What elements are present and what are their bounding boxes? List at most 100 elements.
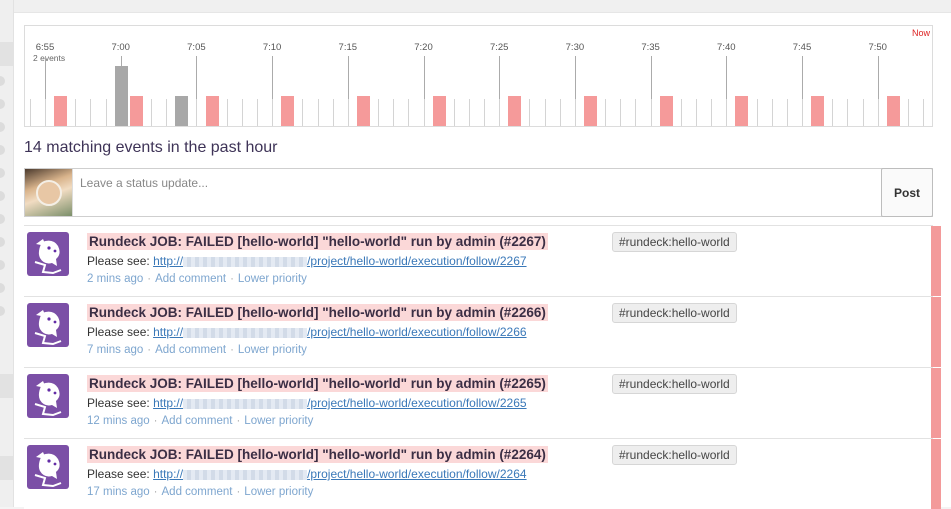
event-item: Rundeck JOB: FAILED [hello-world] "hello… (24, 367, 941, 438)
event-stream-panel: Now 2 events 6:55 7:00 7:05 7:10 7:15 7:20 7:2… (14, 13, 951, 509)
add-comment-link[interactable]: Add comment (155, 273, 226, 285)
event-title[interactable]: Rundeck JOB: FAILED [hello-world] "hello… (87, 233, 548, 250)
severity-stripe (931, 297, 941, 367)
timeline-minor-gridline (877, 99, 879, 126)
execution-link[interactable]: http:///project/hello-world/execution/fo… (153, 467, 527, 481)
timeline-minor-gridline (408, 99, 410, 126)
timeline-minor-gridline (847, 99, 849, 126)
timeline-minor-gridline (272, 99, 274, 126)
redacted-host (183, 398, 308, 409)
timeline-minor-gridline (347, 99, 349, 126)
failed-event-bar[interactable] (356, 96, 370, 126)
event-meta: 17 mins ago · Add comment · Lower priority (87, 486, 314, 498)
timeline-minor-gridline (302, 99, 304, 126)
status-update-input[interactable] (74, 169, 881, 216)
event-body: Please see: http:///project/hello-world/… (87, 325, 527, 339)
timeline-tick-label: 7:15 (338, 42, 358, 53)
gutter-dot (0, 76, 5, 86)
failed-event-bar[interactable] (584, 96, 598, 126)
datadog-logo-icon (27, 445, 69, 489)
event-title[interactable]: Rundeck JOB: FAILED [hello-world] "hello… (87, 446, 548, 463)
timeline-minor-gridline (332, 99, 334, 126)
timeline-minor-gridline (786, 99, 788, 126)
timeline-tick-label: 7:50 (868, 42, 887, 53)
event-time[interactable]: 7 mins ago (87, 344, 143, 356)
timeline-minor-gridline (453, 99, 455, 126)
timeline-minor-gridline (150, 99, 152, 126)
failed-event-bar[interactable] (54, 96, 68, 126)
lower-priority-link[interactable]: Lower priority (244, 415, 313, 427)
event-timeline[interactable]: Now 2 events 6:55 7:00 7:05 7:10 7:15 7:20 7:2… (24, 25, 933, 127)
event-tag[interactable]: #rundeck:hello-world (612, 232, 737, 252)
gutter-band (0, 456, 14, 480)
timeline-minor-gridline (650, 99, 652, 126)
failed-event-bar[interactable] (735, 96, 749, 126)
failed-event-bar[interactable] (205, 96, 219, 126)
timeline-minor-gridline (756, 99, 758, 126)
timeline-minor-gridline (226, 99, 228, 126)
post-button[interactable]: Post (881, 168, 933, 217)
gutter-dot (0, 191, 5, 201)
event-item: Rundeck JOB: FAILED [hello-world] "hello… (24, 438, 941, 509)
redacted-host (183, 469, 308, 480)
timeline-minor-gridline (574, 99, 576, 126)
timeline-minor-gridline (862, 99, 864, 126)
execution-link[interactable]: http:///project/hello-world/execution/fo… (153, 254, 527, 268)
body-prefix: Please see: (87, 396, 150, 410)
event-item: Rundeck JOB: FAILED [hello-world] "hello… (24, 225, 941, 296)
timeline-minor-gridline (256, 99, 258, 126)
timeline-minor-gridline (317, 99, 319, 126)
failed-event-bar[interactable] (508, 96, 522, 126)
add-comment-link[interactable]: Add comment (162, 415, 233, 427)
timeline-minor-gridline (468, 99, 470, 126)
timeline-minor-gridline (529, 99, 531, 126)
timeline-minor-gridline (484, 99, 486, 126)
timeline-minor-gridline (544, 99, 546, 126)
event-tag[interactable]: #rundeck:hello-world (612, 445, 737, 465)
timeline-minor-gridline (29, 99, 31, 126)
event-tag[interactable]: #rundeck:hello-world (612, 374, 737, 394)
gutter-dot (0, 122, 5, 132)
add-comment-link[interactable]: Add comment (162, 486, 233, 498)
timeline-minor-gridline (635, 99, 637, 126)
timeline-minor-gridline (499, 99, 501, 126)
add-comment-link[interactable]: Add comment (155, 344, 226, 356)
event-tag[interactable]: #rundeck:hello-world (612, 303, 737, 323)
execution-link[interactable]: http:///project/hello-world/execution/fo… (153, 396, 527, 410)
failed-event-bar[interactable] (886, 96, 900, 126)
status-update-box: Post (24, 168, 933, 217)
top-strip (14, 0, 951, 13)
timeline-tick-label: 7:10 (262, 42, 282, 53)
failed-event-bar[interactable] (432, 96, 446, 126)
left-gutter (0, 0, 14, 507)
event-title[interactable]: Rundeck JOB: FAILED [hello-world] "hello… (87, 304, 548, 321)
event-meta: 2 mins ago · Add comment · Lower priority (87, 273, 307, 285)
failed-event-bar[interactable] (811, 96, 825, 126)
event-meta: 7 mins ago · Add comment · Lower priority (87, 344, 307, 356)
execution-link[interactable]: http:///project/hello-world/execution/fo… (153, 325, 527, 339)
event-bar[interactable] (175, 96, 189, 126)
event-title[interactable]: Rundeck JOB: FAILED [hello-world] "hello… (87, 375, 548, 392)
failed-event-bar[interactable] (659, 96, 673, 126)
gutter-dot (0, 306, 5, 316)
timeline-minor-gridline (90, 99, 92, 126)
timeline-minor-gridline (696, 99, 698, 126)
timeline-minor-gridline (907, 99, 909, 126)
lower-priority-link[interactable]: Lower priority (244, 486, 313, 498)
timeline-tick-label: 7:40 (717, 42, 736, 53)
event-bar[interactable] (114, 66, 128, 126)
event-time[interactable]: 17 mins ago (87, 486, 150, 498)
timeline-minor-gridline (241, 99, 243, 126)
failed-event-bar[interactable] (281, 96, 295, 126)
timeline-minor-gridline (196, 99, 198, 126)
timeline-minor-gridline (680, 99, 682, 126)
severity-stripe (931, 226, 941, 296)
body-prefix: Please see: (87, 254, 150, 268)
event-time[interactable]: 12 mins ago (87, 415, 150, 427)
lower-priority-link[interactable]: Lower priority (238, 273, 307, 285)
lower-priority-link[interactable]: Lower priority (238, 344, 307, 356)
failed-event-bar[interactable] (129, 96, 143, 126)
event-meta: 12 mins ago · Add comment · Lower priority (87, 415, 314, 427)
event-item: Rundeck JOB: FAILED [hello-world] "hello… (24, 296, 941, 367)
event-time[interactable]: 2 mins ago (87, 273, 143, 285)
